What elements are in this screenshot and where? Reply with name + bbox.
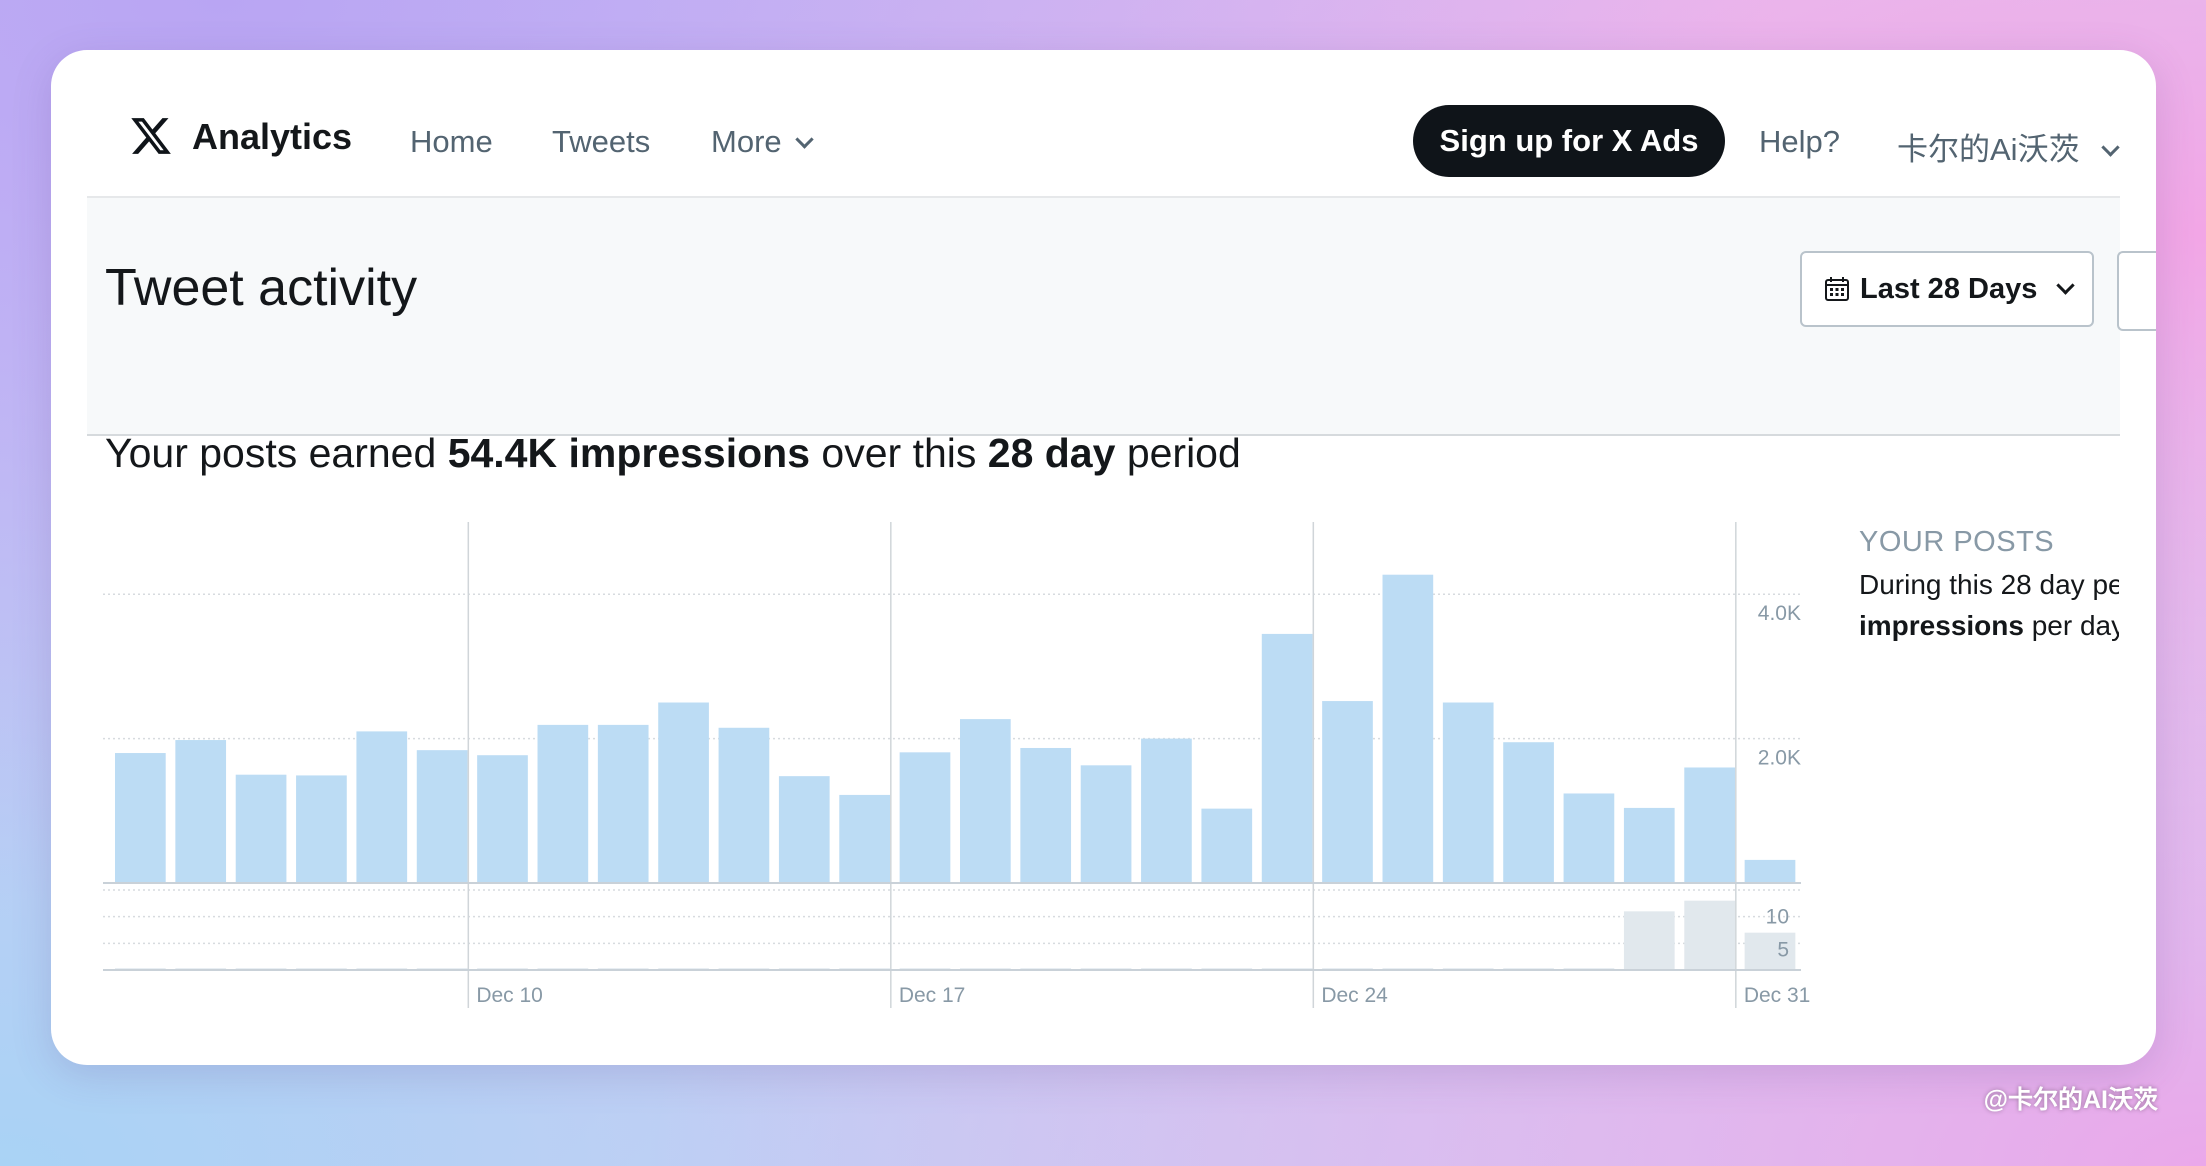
impressions-bar bbox=[1563, 793, 1615, 883]
sub-y-tick-label: 10 bbox=[1766, 906, 1789, 929]
impressions-bar bbox=[235, 774, 287, 883]
impressions-bar bbox=[658, 702, 709, 883]
description-per-day: per day bbox=[2023, 610, 2119, 641]
impressions-bar bbox=[537, 724, 589, 883]
impressions-bar bbox=[1080, 765, 1132, 883]
impressions-bar bbox=[1623, 807, 1675, 883]
impressions-bar bbox=[597, 724, 649, 883]
impressions-chart: 4.0K 2.0K 10 5 Dec 10 Dec 17 Dec 24 Dec 31 bbox=[103, 522, 1811, 1008]
y-tick-label: 4.0K bbox=[1758, 602, 1801, 625]
impressions-bar bbox=[115, 753, 166, 883]
sub-y-tick-label: 5 bbox=[1777, 938, 1789, 961]
impressions-bar bbox=[1503, 742, 1554, 883]
impressions-bar bbox=[296, 775, 347, 883]
y-tick-label: 2.0K bbox=[1758, 747, 1801, 770]
impressions-bar bbox=[1744, 859, 1796, 883]
impressions-bar bbox=[1382, 574, 1434, 883]
engagements-bar bbox=[1623, 911, 1675, 970]
impressions-bar bbox=[175, 740, 227, 883]
x-tick-label: Dec 31 bbox=[1744, 984, 1811, 1007]
x-tick-label: Dec 17 bbox=[899, 984, 966, 1007]
impressions-bar bbox=[1261, 633, 1313, 883]
description-impressions: impressions bbox=[1859, 610, 2024, 641]
impressions-bar bbox=[899, 752, 951, 883]
x-tick-label: Dec 24 bbox=[1321, 984, 1388, 1007]
engagements-bar bbox=[1684, 900, 1735, 970]
x-tick-label: Dec 10 bbox=[476, 984, 543, 1007]
impressions-bar bbox=[416, 750, 468, 883]
description-line-1: During this 28 day pe bbox=[1859, 569, 2119, 600]
impressions-bar bbox=[778, 776, 830, 883]
analytics-card: Analytics Home Tweets More Sign up for X… bbox=[51, 50, 2156, 1065]
impressions-bar bbox=[1442, 702, 1494, 883]
impressions-bar bbox=[1201, 808, 1253, 883]
impressions-bar bbox=[960, 719, 1011, 883]
impressions-bar bbox=[718, 727, 770, 883]
impressions-bar bbox=[1141, 738, 1192, 883]
watermark: @卡尔的AI沃茨 bbox=[1983, 1086, 2158, 1114]
impressions-bar bbox=[1322, 701, 1373, 883]
impressions-bar bbox=[477, 755, 528, 883]
impressions-bar bbox=[839, 794, 890, 883]
impressions-bar bbox=[1684, 767, 1735, 883]
your-posts-heading: YOUR POSTS bbox=[1859, 526, 2055, 558]
impressions-bar bbox=[356, 731, 408, 883]
description-line-2: impressions per day bbox=[1859, 605, 2119, 646]
your-posts-description: During this 28 day pe impressions per da… bbox=[1859, 564, 2119, 646]
impressions-bar bbox=[1020, 747, 1072, 883]
